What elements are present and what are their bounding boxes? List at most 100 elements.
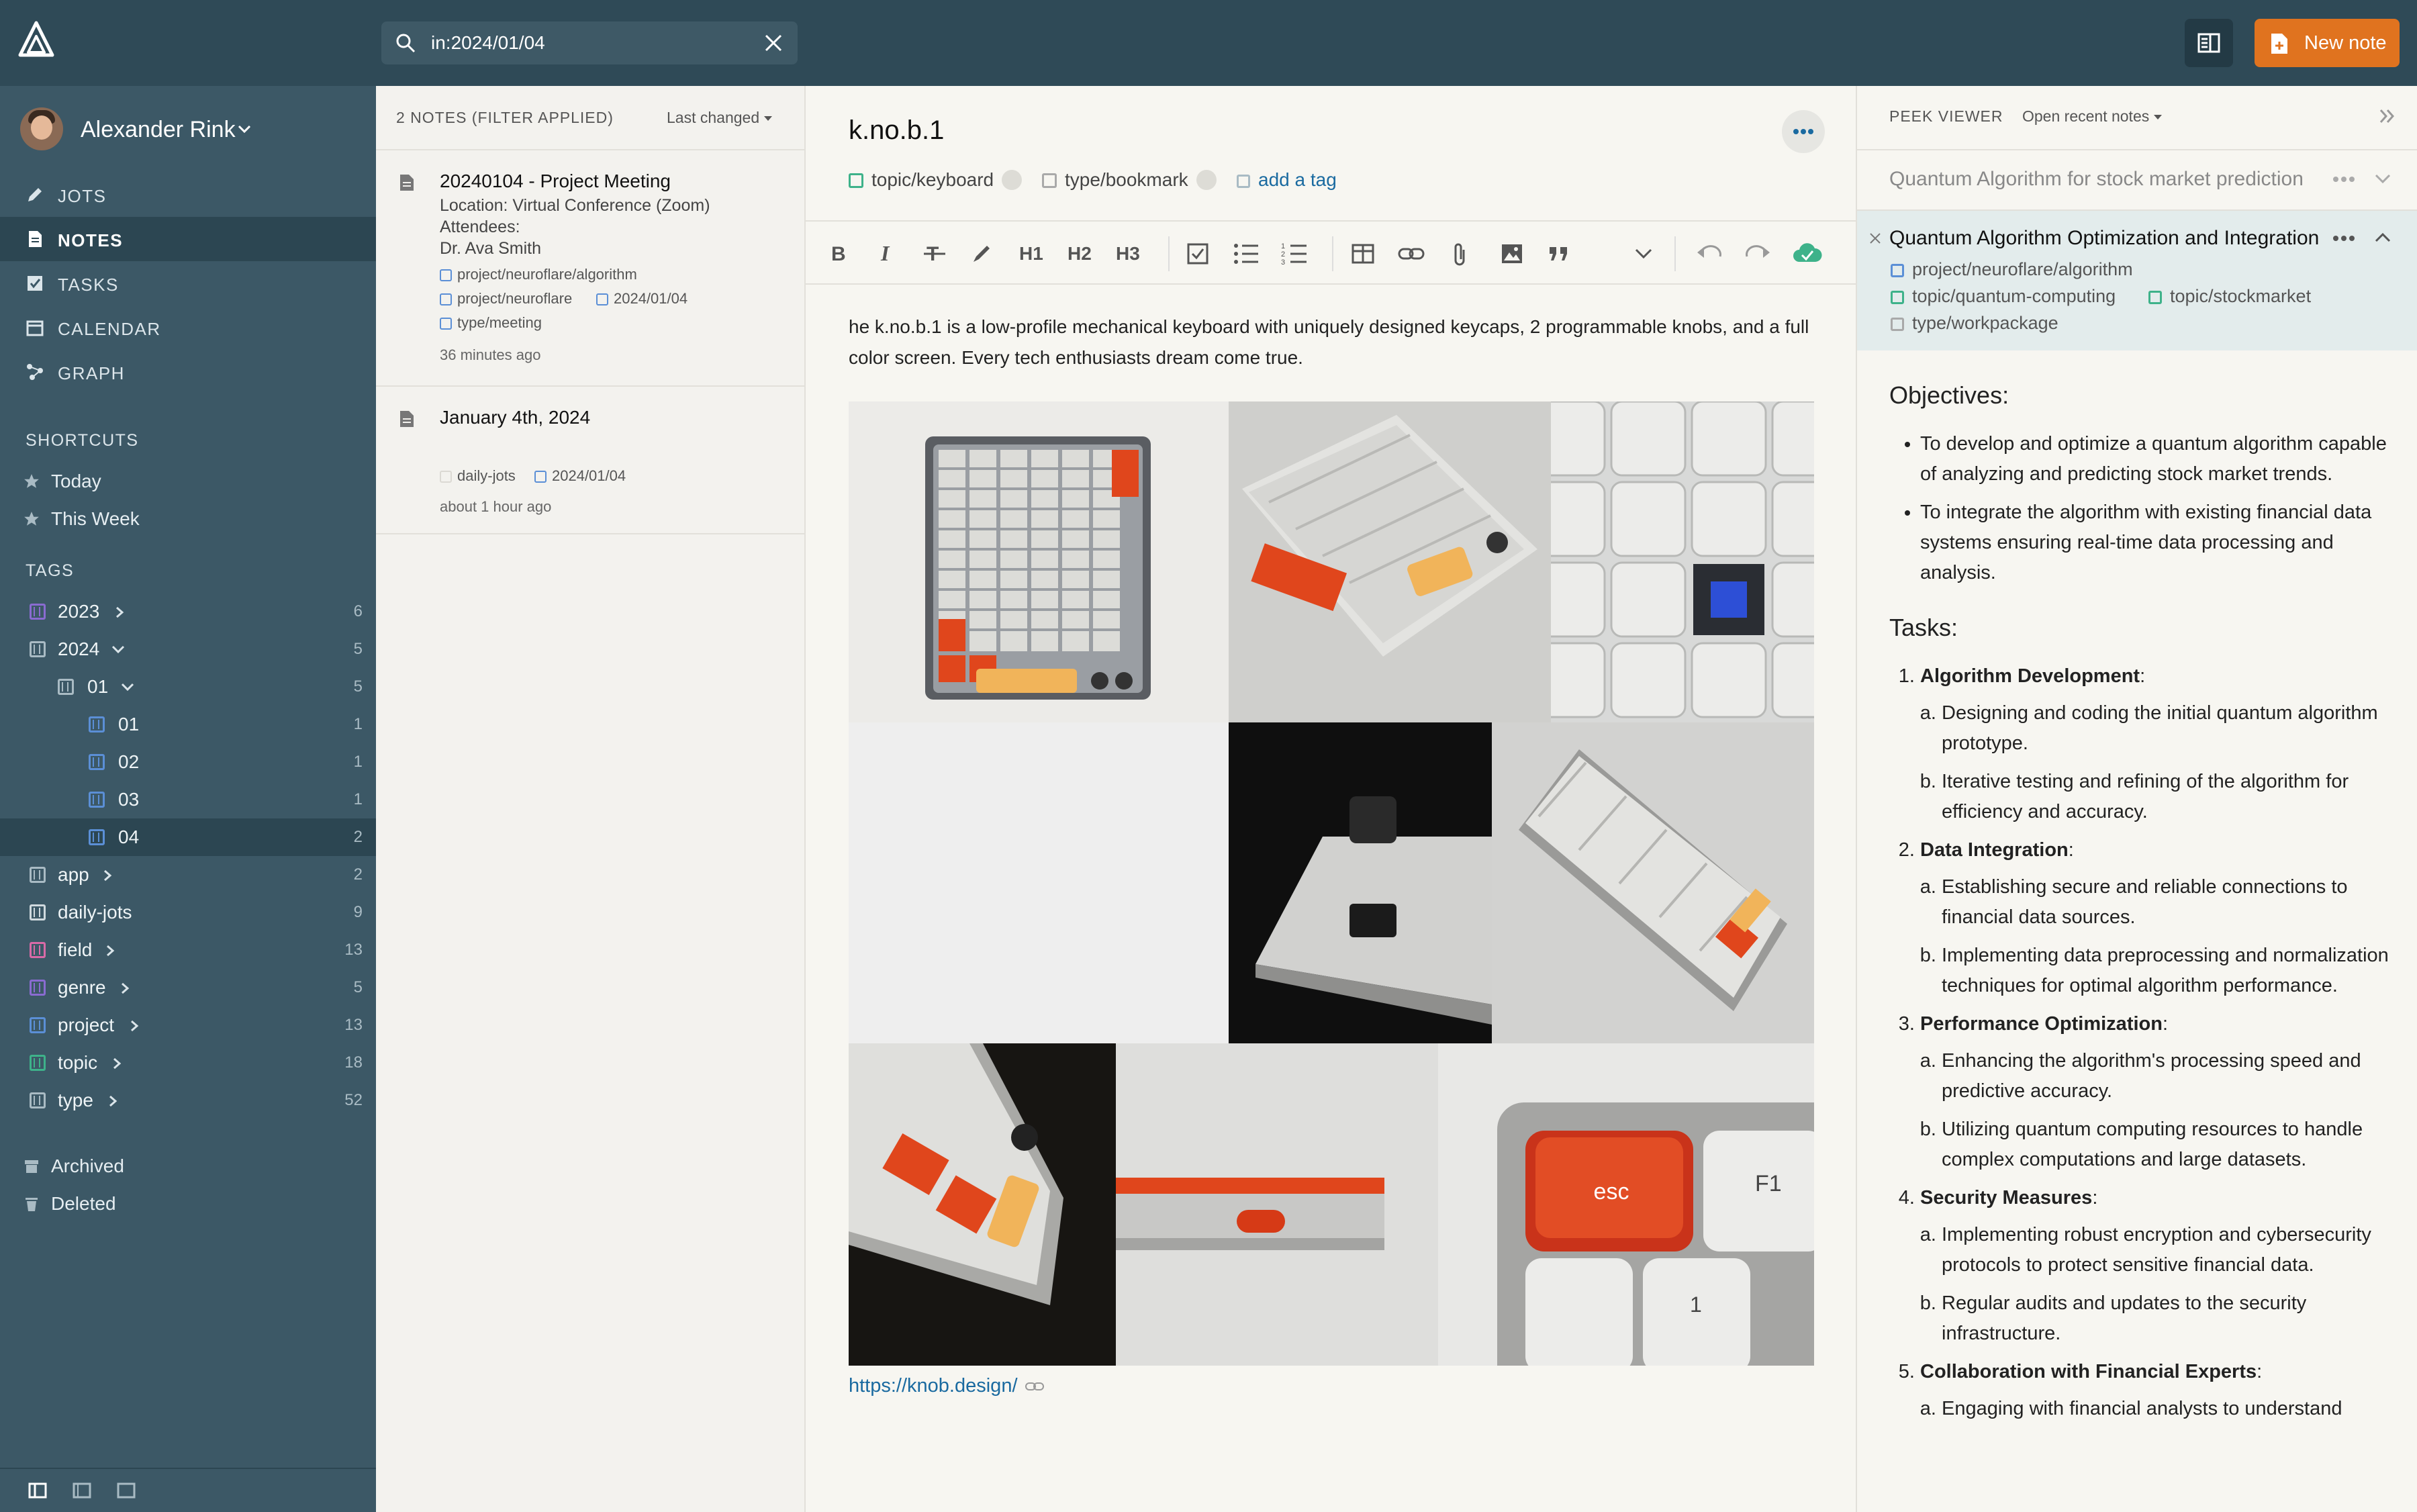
- redo-icon[interactable]: [1744, 242, 1771, 265]
- chevron-right-icon[interactable]: [120, 982, 130, 994]
- two-pane-layout-icon[interactable]: [73, 1482, 91, 1499]
- more-dots-icon[interactable]: [2332, 235, 2355, 242]
- note-tag[interactable]: project/neuroflare: [440, 290, 572, 308]
- bold-icon[interactable]: B: [828, 242, 849, 265]
- bookmark-link[interactable]: https://knob.design/: [849, 1375, 1045, 1397]
- tag-item[interactable]: app 2: [0, 856, 376, 894]
- nav-jots[interactable]: JOTS: [0, 173, 376, 217]
- attachment-icon[interactable]: [1452, 242, 1468, 267]
- tag-item-selected[interactable]: 04 2: [0, 818, 376, 856]
- undo-icon[interactable]: [1696, 242, 1723, 265]
- single-pane-layout-icon[interactable]: [117, 1482, 136, 1499]
- peek-note-tag[interactable]: project/neuroflare/algorithm: [1891, 259, 2133, 280]
- photo-keyboard-top[interactable]: [849, 401, 1229, 722]
- more-dots-icon[interactable]: [2332, 176, 2355, 183]
- note-tag[interactable]: type/meeting: [440, 314, 542, 332]
- tag-item[interactable]: 2023 6: [0, 593, 376, 630]
- chevron-up-icon[interactable]: [2374, 231, 2391, 244]
- chevron-right-icon[interactable]: [102, 869, 113, 882]
- heading3-button[interactable]: H3: [1116, 243, 1140, 265]
- quote-icon[interactable]: [1547, 242, 1571, 266]
- open-recent-dropdown[interactable]: Open recent notes: [2022, 107, 2163, 126]
- tag-item[interactable]: field 13: [0, 931, 376, 969]
- cloud-synced-icon[interactable]: [1793, 242, 1822, 265]
- numbered-list-icon[interactable]: 123: [1281, 242, 1308, 266]
- nav-calendar[interactable]: CALENDAR: [0, 305, 376, 350]
- photo-keyboard-corner[interactable]: [849, 1043, 1116, 1366]
- chevron-down-icon[interactable]: [121, 681, 134, 692]
- new-note-button[interactable]: New note: [2255, 19, 2400, 67]
- app-logo-icon[interactable]: [17, 20, 55, 60]
- tag-item[interactable]: topic 18: [0, 1044, 376, 1082]
- note-tag[interactable]: daily-jots: [440, 467, 516, 485]
- note-tag[interactable]: 2024/01/04: [596, 290, 688, 308]
- shortcut-this-week[interactable]: This Week: [0, 500, 376, 537]
- archived-link[interactable]: Archived: [0, 1147, 376, 1184]
- photo-keyboard-tilted[interactable]: [1492, 722, 1814, 1043]
- deleted-link[interactable]: Deleted: [0, 1184, 376, 1222]
- tag-item[interactable]: 01 1: [0, 706, 376, 743]
- note-tag[interactable]: 2024/01/04: [534, 467, 626, 485]
- tag-item[interactable]: daily-jots 9: [0, 894, 376, 931]
- peek-note-tag[interactable]: topic/stockmarket: [2148, 286, 2311, 307]
- peek-note-collapsed[interactable]: Quantum Algorithm for stock market predi…: [1857, 149, 2417, 209]
- peek-note-tag[interactable]: type/workpackage: [1891, 313, 2058, 334]
- photo-esc-key[interactable]: esc F1 1: [1438, 1043, 1814, 1366]
- checkbox-icon[interactable]: [1186, 242, 1210, 266]
- tag-item[interactable]: type 52: [0, 1082, 376, 1119]
- chevron-right-icon[interactable]: [129, 1020, 140, 1032]
- sort-dropdown[interactable]: Last changed: [667, 109, 773, 127]
- photo-knob-side[interactable]: [1229, 722, 1492, 1043]
- tag-item[interactable]: 03 1: [0, 781, 376, 818]
- tag-item[interactable]: 2024 5: [0, 630, 376, 668]
- table-icon[interactable]: [1351, 242, 1375, 266]
- note-tag[interactable]: project/neuroflare/algorithm: [440, 266, 637, 283]
- italic-icon[interactable]: I: [877, 242, 897, 265]
- tag-item[interactable]: genre 5: [0, 969, 376, 1006]
- photo-keyboard-angle[interactable]: [1229, 401, 1551, 722]
- tag-item[interactable]: 01 5: [0, 668, 376, 706]
- strikethrough-icon[interactable]: T: [922, 242, 947, 265]
- three-pane-layout-icon[interactable]: [28, 1482, 47, 1499]
- note-list-item[interactable]: January 4th, 2024 daily-jots 2024/01/04 …: [376, 385, 804, 533]
- chevron-down-icon[interactable]: [2374, 172, 2391, 185]
- search-box[interactable]: [381, 21, 798, 64]
- close-icon[interactable]: [1869, 232, 1881, 244]
- chevron-right-icon[interactable]: [105, 945, 115, 957]
- highlight-brush-icon[interactable]: [969, 242, 994, 265]
- note-tag[interactable]: type/bookmark: [1042, 169, 1217, 191]
- nav-tasks[interactable]: TASKS: [0, 261, 376, 305]
- toggle-peek-panel-button[interactable]: [2185, 19, 2233, 67]
- link-icon[interactable]: [1398, 242, 1425, 266]
- collapse-panel-icon[interactable]: [2377, 106, 2397, 126]
- heading1-button[interactable]: H1: [1019, 243, 1043, 265]
- image-gallery[interactable]: esc F1 1: [849, 401, 1814, 1366]
- chevron-down-icon[interactable]: [111, 644, 125, 655]
- search-input[interactable]: [431, 30, 726, 56]
- bullet-list-icon[interactable]: [1233, 242, 1260, 266]
- chevron-down-icon[interactable]: [1634, 247, 1653, 261]
- photo-keycaps-closeup[interactable]: [1551, 401, 1814, 722]
- peek-note-active[interactable]: Quantum Algorithm Optimization and Integ…: [1857, 209, 2417, 350]
- chevron-right-icon[interactable]: [107, 1095, 118, 1107]
- tag-item[interactable]: 02 1: [0, 743, 376, 781]
- photo-keyboard-edge[interactable]: [1116, 1043, 1438, 1366]
- add-tag-link[interactable]: add a tag: [1237, 169, 1337, 191]
- note-preview-line: Location: Virtual Conference (Zoom): [440, 196, 710, 215]
- note-title-input[interactable]: k.no.b.1: [849, 115, 944, 146]
- shortcut-today[interactable]: Today: [0, 462, 376, 500]
- heading2-button[interactable]: H2: [1068, 243, 1092, 265]
- nav-graph[interactable]: GRAPH: [0, 350, 376, 394]
- clear-search-icon[interactable]: [763, 32, 784, 54]
- tag-item[interactable]: project 13: [0, 1006, 376, 1044]
- image-icon[interactable]: [1500, 242, 1524, 266]
- note-options-button[interactable]: [1782, 110, 1825, 153]
- peek-note-tag[interactable]: topic/quantum-computing: [1891, 286, 2116, 307]
- note-body-text[interactable]: he k.no.b.1 is a low-profile mechanical …: [849, 312, 1815, 373]
- note-list-item[interactable]: 20240104 - Project Meeting Location: Vir…: [376, 149, 804, 385]
- bookmark-url[interactable]: https://knob.design/: [849, 1375, 1018, 1397]
- note-tag[interactable]: topic/keyboard: [849, 169, 1023, 191]
- chevron-right-icon[interactable]: [111, 1057, 122, 1070]
- chevron-right-icon[interactable]: [114, 606, 125, 618]
- nav-notes[interactable]: NOTES: [0, 217, 376, 261]
